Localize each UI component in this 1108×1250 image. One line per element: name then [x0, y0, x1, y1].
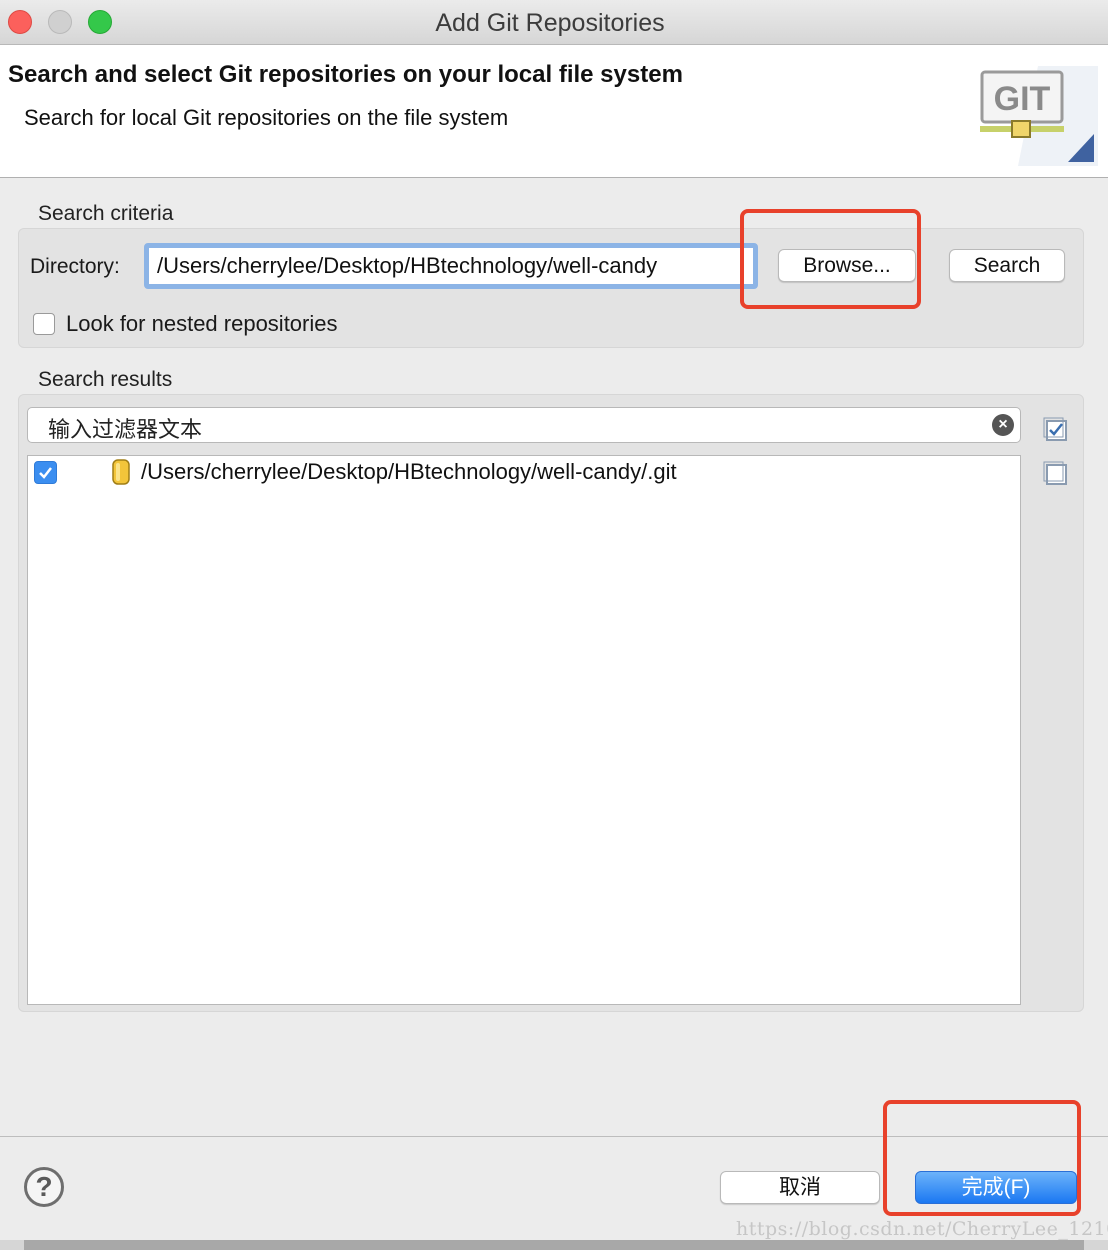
cancel-button[interactable]: 取消 [720, 1171, 880, 1204]
search-criteria-label: Search criteria [38, 202, 174, 225]
help-icon[interactable]: ? [24, 1167, 64, 1207]
page-title: Search and select Git repositories on yo… [8, 61, 683, 88]
git-logo-text: GIT [994, 80, 1051, 118]
repository-list [27, 455, 1021, 1005]
clear-filter-icon[interactable]: × [992, 414, 1014, 436]
directory-input[interactable] [144, 243, 758, 289]
repository-icon [112, 459, 130, 485]
filter-placeholder: 输入过滤器文本 [48, 417, 203, 442]
finish-highlight-box [883, 1100, 1081, 1216]
repository-checkbox[interactable] [34, 461, 57, 484]
directory-label: Directory: [30, 255, 120, 278]
git-logo-icon: GIT [980, 66, 1098, 166]
nested-repositories-label[interactable]: Look for nested repositories [66, 311, 338, 337]
search-button[interactable]: Search [949, 249, 1065, 282]
page-description: Search for local Git repositories on the… [24, 105, 509, 130]
select-all-icon[interactable] [1042, 416, 1068, 442]
deselect-all-icon[interactable] [1042, 460, 1068, 486]
repository-path[interactable]: /Users/cherrylee/Desktop/HBtechnology/we… [141, 459, 677, 485]
nested-repositories-checkbox[interactable] [33, 313, 55, 335]
browse-highlight-box [740, 209, 921, 309]
watermark: https://blog.csdn.net/CherryLee_1210 [736, 1218, 1108, 1240]
checkmark-icon [39, 467, 52, 479]
window-bottom-shadow [24, 1240, 1084, 1250]
search-results-label: Search results [38, 368, 173, 391]
window-title: Add Git Repositories [435, 9, 665, 37]
